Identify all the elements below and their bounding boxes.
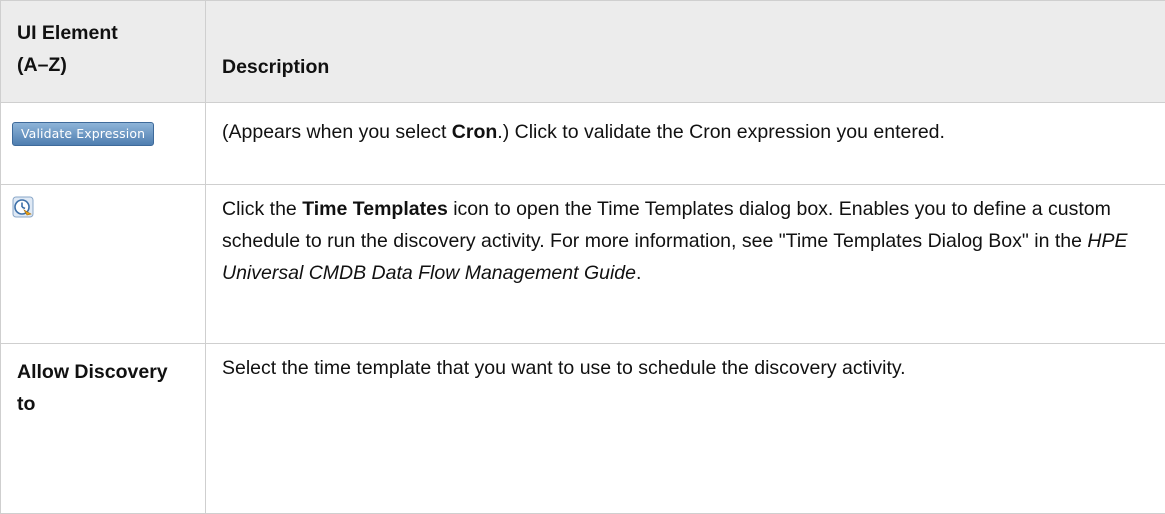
ui-element-cell <box>1 185 206 344</box>
table-row: Allow Discovery to Select the time templ… <box>1 344 1165 514</box>
description-text: . <box>636 262 641 284</box>
table-header-row: UI Element (A–Z) Description <box>1 1 1165 103</box>
description-bold: Time Templates <box>302 198 448 220</box>
description-text: .) Click to validate the Cron expression… <box>497 121 945 143</box>
time-templates-icon[interactable] <box>12 196 34 218</box>
description-cell: (Appears when you select Cron.) Click to… <box>206 103 1165 185</box>
table-row: Validate Expression (Appears when you se… <box>1 103 1165 185</box>
header-ui-element-line2: (A–Z) <box>17 50 189 82</box>
description-text: Click the <box>222 198 302 220</box>
ui-element-table: UI Element (A–Z) Description Validate Ex… <box>0 0 1165 514</box>
allow-discovery-label: Allow Discovery to <box>17 361 168 415</box>
header-ui-element-line1: UI Element <box>17 18 189 50</box>
table-row: Click the Time Templates icon to open th… <box>1 185 1165 344</box>
validate-expression-button[interactable]: Validate Expression <box>12 122 154 146</box>
description-text: Select the time template that you want t… <box>222 357 906 379</box>
description-bold: Cron <box>452 121 498 143</box>
header-description-label: Description <box>222 52 1149 84</box>
ui-element-cell: Allow Discovery to <box>1 344 206 514</box>
description-cell: Click the Time Templates icon to open th… <box>206 185 1165 344</box>
description-text: (Appears when you select <box>222 121 452 143</box>
header-description: Description <box>206 1 1165 103</box>
ui-element-cell: Validate Expression <box>1 103 206 185</box>
header-ui-element: UI Element (A–Z) <box>1 1 206 103</box>
description-cell: Select the time template that you want t… <box>206 344 1165 514</box>
